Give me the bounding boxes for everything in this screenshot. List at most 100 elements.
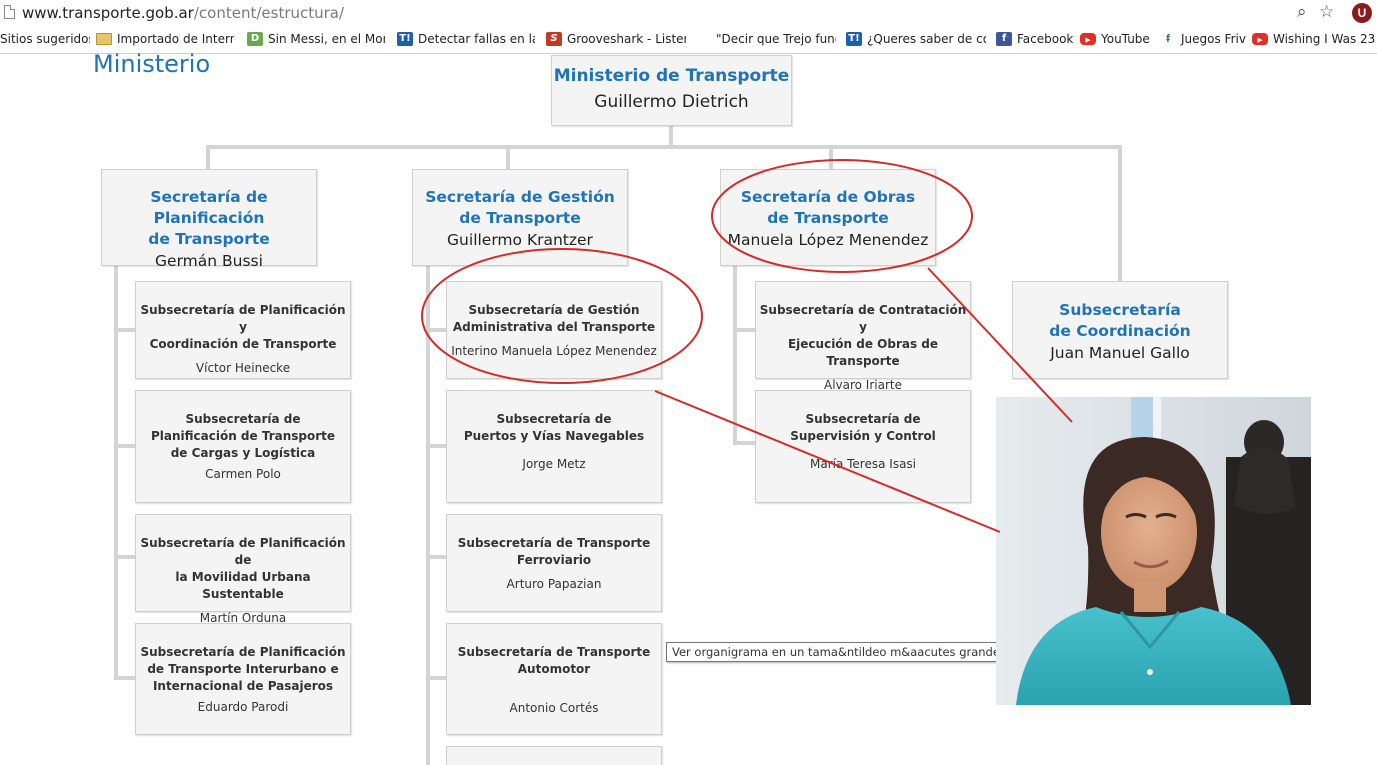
subsecretariat-head-name: Víctor Heinecke [195, 361, 291, 375]
bookmark-sin-messi[interactable]: D Sin Messi, en el Monumental [247, 32, 385, 46]
bookmark-label: Grooveshark - Listen to [567, 32, 686, 46]
ministry-head-name: Guillermo Dietrich [594, 92, 749, 112]
connector-line [669, 125, 673, 147]
secretariat-head-name: Juan Manuel Gallo [1050, 344, 1190, 362]
bookmark-importado[interactable]: Importado de Internet [96, 32, 234, 46]
subsecretariat-title: Subsecretaría de Transporte Ferroviario [457, 536, 651, 567]
connector-line [426, 676, 448, 680]
subsecretariat-box[interactable]: Subsecretaría de Gestión Administrativa … [446, 281, 662, 379]
connector-line [426, 328, 448, 332]
youtube-icon: ▶ [1252, 33, 1268, 45]
secretariat-title: Secretaría de Obras de Transporte [740, 188, 916, 227]
subsecretariat-box-partial[interactable] [446, 746, 662, 765]
address-bar[interactable]: www.transporte.gob.ar/content/estructura… [0, 0, 1377, 26]
secretariat-head-name: Germán Bussi [155, 252, 263, 270]
url-field[interactable]: www.transporte.gob.ar/content/estructura… [22, 4, 344, 22]
url-path: /content/estructura/ [193, 4, 345, 22]
bookmark-label: Importado de Internet [117, 32, 234, 46]
connector-line [733, 265, 737, 445]
page-heading: Ministerio [93, 50, 211, 78]
bookmark-label: Detectar fallas en la PC [418, 32, 535, 46]
subsecretariat-box[interactable]: Subsecretaría de Planificación de Transp… [135, 390, 351, 503]
ministry-box[interactable]: Ministerio de Transporte Guillermo Dietr… [551, 55, 792, 126]
bookmark-star-icon[interactable]: ☆ [1319, 2, 1334, 22]
bookmark-queres-saber[interactable]: T! ¿Queres saber de com [846, 32, 986, 46]
subsecretariat-title: Subsecretaría de Gestión Administrativa … [452, 303, 656, 334]
subsecretariat-head-name: Jorge Metz [522, 457, 586, 471]
t-icon: T! [397, 32, 413, 46]
subsecretariat-box[interactable]: Subsecretaría de Planificación y Coordin… [135, 281, 351, 379]
ministry-title: Ministerio de Transporte [553, 66, 790, 86]
subsecretariat-coordinacion-box[interactable]: Subsecretaría de Coordinación Juan Manue… [1012, 281, 1228, 379]
connector-line [733, 441, 757, 445]
connector-line [206, 145, 210, 171]
subsecretariat-title: Subsecretaría de Puertos y Vías Navegabl… [463, 412, 645, 443]
bookmark-facebook[interactable]: f Facebook [996, 32, 1074, 46]
url-host: www.transporte.gob.ar [22, 4, 194, 22]
connector-line [206, 145, 1122, 149]
connector-line [426, 444, 448, 448]
secretariat-title: Secretaría de Planificación de Transport… [148, 188, 270, 248]
bookmark-detectar-fallas[interactable]: T! Detectar fallas en la PC [397, 32, 535, 46]
page-icon [4, 5, 15, 19]
tooltip: Ver organigrama en un tama&ntildeo m&aac… [666, 642, 1006, 662]
subsecretariat-title: Subsecretaría de Planificación de Transp… [140, 645, 346, 693]
bookmark-label: Sitios sugeridos [0, 32, 90, 46]
subsecretariat-box[interactable]: Subsecretaría de Transporte Ferroviario … [446, 514, 662, 612]
bookmark-youtube[interactable]: ▶ YouTube [1080, 32, 1154, 46]
subsecretariat-box[interactable]: Subsecretaría de Puertos y Vías Navegabl… [446, 390, 662, 503]
subsecretariat-title: Subsecretaría de Contratación y Ejecució… [759, 303, 967, 368]
t-icon: T! [846, 32, 862, 46]
zoom-icon[interactable]: ⌕ [1297, 2, 1307, 22]
facebook-icon: f [996, 32, 1012, 46]
bookmark-label: Juegos Friv [1181, 32, 1246, 46]
bookmark-label: YouTube [1101, 32, 1150, 46]
subsecretariat-title: Subsecretaría de Planificación de la Mov… [140, 536, 346, 601]
subsecretariat-box[interactable]: Subsecretaría de Transporte Automotor An… [446, 623, 662, 735]
secretariat-planificacion-box[interactable]: Secretaría de Planificación de Transport… [101, 169, 317, 270]
subsecretariat-box[interactable]: Subsecretaría de Contratación y Ejecució… [755, 281, 971, 392]
connector-line [1118, 145, 1122, 283]
extension-icon[interactable]: U [1352, 3, 1372, 23]
bookmark-trejo[interactable]: "Decir que Trejo fundó [716, 32, 836, 46]
subsecretariat-title: Subsecretaría de Planificación de Transp… [150, 412, 336, 460]
youtube-icon: ▶ [1080, 33, 1096, 45]
official-portrait-photo [996, 397, 1311, 705]
bookmark-wishing[interactable]: ▶ Wishing I Was 23 RS [1252, 32, 1377, 46]
bookmark-juegos-friv[interactable]: ᵮ Juegos Friv [1160, 32, 1246, 46]
connector-line [426, 555, 448, 559]
connector-line [426, 265, 430, 765]
secretariat-gestion-box[interactable]: Secretaría de Gestión de Transporte Guil… [412, 169, 628, 266]
subsecretariat-box[interactable]: Subsecretaría de Supervisión y Control M… [755, 390, 971, 503]
bookmark-label: "Decir que Trejo fundó [716, 32, 836, 46]
bookmark-label: Facebook [1017, 32, 1074, 46]
subsecretariat-head-name: María Teresa Isasi [809, 457, 917, 471]
connector-line [733, 328, 757, 332]
subsecretariat-title: Subsecretaría de Transporte Automotor [457, 645, 651, 676]
subsecretariat-title: Subsecretaría de Supervisión y Control [790, 412, 936, 443]
connector-line [506, 145, 510, 171]
bookmark-sitios-sugeridos[interactable]: Sitios sugeridos [0, 32, 90, 46]
connector-line [829, 145, 833, 171]
subsecretariat-head-name: Interino Manuela López Menendez [451, 344, 657, 358]
secretariat-head-name: Manuela López Menendez [727, 231, 929, 249]
bookmark-label: Wishing I Was 23 RS [1273, 32, 1377, 46]
subsecretariat-box[interactable]: Subsecretaría de Planificación de Transp… [135, 623, 351, 735]
secretariat-title: Subsecretaría de Coordinación [1049, 301, 1191, 340]
subsecretariat-head-name: Carmen Polo [205, 467, 281, 481]
subsecretariat-box[interactable]: Subsecretaría de Planificación de la Mov… [135, 514, 351, 625]
subsecretariat-head-name: Arturo Papazian [506, 577, 602, 591]
folder-icon [96, 33, 112, 45]
bookmark-label: ¿Queres saber de com [867, 32, 986, 46]
secretariat-head-name: Guillermo Krantzer [447, 231, 593, 249]
secretariat-obras-box[interactable]: Secretaría de Obras de Transporte Manuel… [720, 169, 936, 266]
subsecretariat-head-name: Eduardo Parodi [197, 700, 289, 714]
subsecretariat-head-name: Antonio Cortés [509, 701, 599, 715]
bookmark-grooveshark[interactable]: S Grooveshark - Listen to [546, 32, 686, 46]
subsecretariat-title: Subsecretaría de Planificación y Coordin… [140, 303, 346, 351]
grooveshark-icon: S [546, 32, 562, 46]
secretariat-title: Secretaría de Gestión de Transporte [425, 188, 615, 227]
bookmark-label: Sin Messi, en el Monumental [268, 32, 385, 46]
d-icon: D [247, 32, 263, 46]
friv-icon: ᵮ [1160, 32, 1176, 46]
